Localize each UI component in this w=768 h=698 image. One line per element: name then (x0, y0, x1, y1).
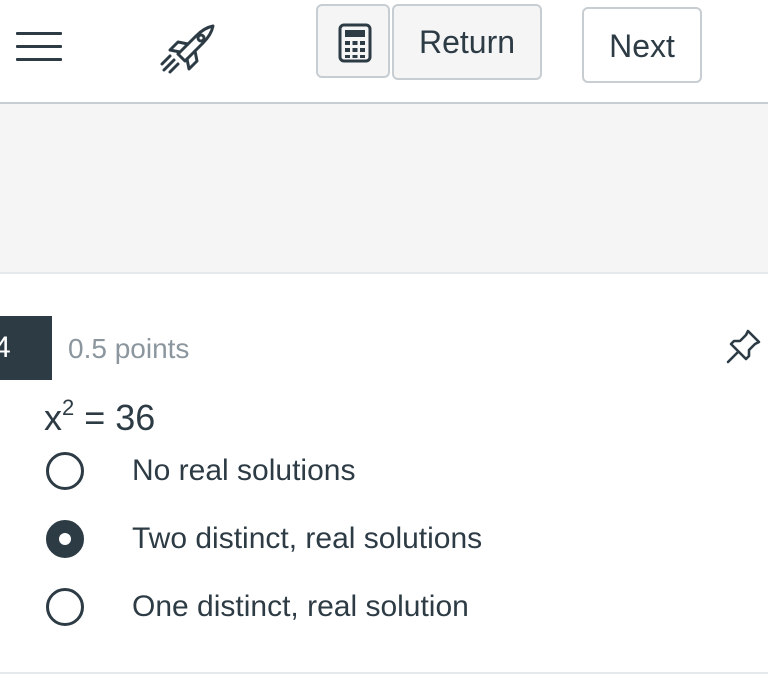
question-equation: x2 = 36 (44, 386, 155, 440)
radio-button[interactable] (46, 452, 84, 490)
radio-button[interactable] (46, 588, 84, 626)
answer-label[interactable]: No real solutions (132, 450, 355, 492)
radio-button-selected[interactable] (46, 520, 84, 558)
answer-option[interactable]: One distinct, real solution (40, 578, 740, 638)
top-toolbar: Return Next (0, 0, 768, 104)
equation-exponent: 2 (62, 395, 75, 420)
equation-base: x (44, 397, 62, 438)
equation-rest: = 36 (74, 397, 156, 438)
answer-option[interactable]: Two distinct, real solutions (40, 510, 740, 570)
hamburger-menu-icon[interactable] (16, 26, 64, 66)
next-button[interactable]: Next (582, 7, 702, 83)
answer-option[interactable]: No real solutions (40, 442, 740, 502)
question-points: 0.5 points (68, 333, 190, 364)
rocket-icon[interactable] (156, 20, 218, 76)
question-number-badge: 4 (0, 316, 52, 380)
answer-label[interactable]: One distinct, real solution (132, 586, 469, 628)
calculator-button[interactable] (316, 4, 390, 78)
content-header-band (0, 104, 768, 274)
return-button[interactable]: Return (392, 4, 542, 80)
pushpin-icon[interactable] (724, 326, 764, 366)
divider (0, 672, 768, 674)
answer-label[interactable]: Two distinct, real solutions (132, 518, 482, 560)
calculator-icon (338, 23, 372, 63)
